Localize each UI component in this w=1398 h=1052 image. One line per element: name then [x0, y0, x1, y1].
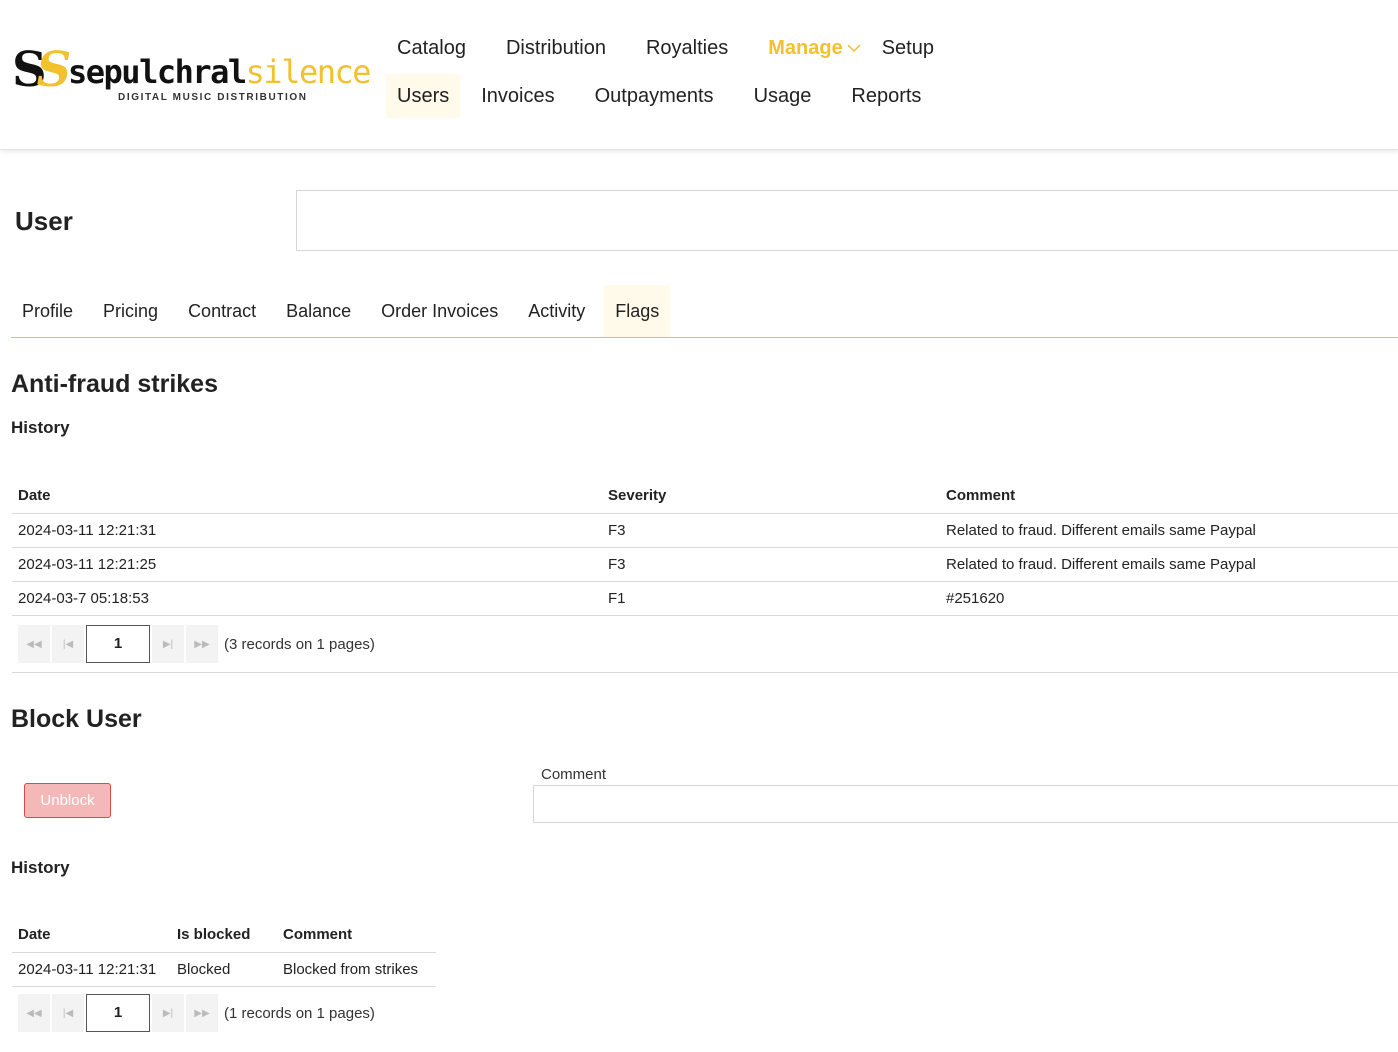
block-history-title: History — [11, 858, 70, 877]
nav-item-invoices[interactable]: Invoices — [470, 74, 565, 118]
page-number-input[interactable]: 1 — [86, 994, 150, 1032]
nav-item-outpayments[interactable]: Outpayments — [584, 74, 725, 118]
block-history-pager: ◀◀ |◀ 1 ▶| ▶▶ (1 records on 1 pages) — [18, 994, 375, 1032]
brand-logo[interactable]: SS sepulchralsilence DIGITAL MUSIC DISTR… — [12, 40, 372, 106]
comment-input[interactable] — [533, 785, 1398, 823]
tab-contract[interactable]: Contract — [177, 285, 267, 337]
cell-severity: F3 — [602, 512, 940, 547]
table-row[interactable]: 2024-03-11 12:21:25 F3 Related to fraud.… — [12, 546, 1398, 581]
table-header-row: Date Is blocked Comment — [12, 918, 436, 952]
nav-row-primary: Catalog Distribution Royalties Manage Se… — [386, 24, 963, 72]
top-header: SS sepulchralsilence DIGITAL MUSIC DISTR… — [0, 0, 1398, 150]
table-header-row: Date Severity Comment — [12, 479, 1398, 513]
table-row[interactable]: 2024-03-7 05:18:53 F1 #251620 — [12, 580, 1398, 616]
user-tabs: Profile Pricing Contract Balance Order I… — [11, 285, 1398, 338]
block-history-table: Date Is blocked Comment 2024-03-11 12:21… — [12, 918, 436, 987]
comment-label: Comment — [541, 766, 607, 783]
nav-item-usage[interactable]: Usage — [743, 74, 823, 118]
page-title: User — [15, 206, 73, 236]
first-page-icon[interactable]: ◀◀ — [18, 994, 50, 1032]
nav-item-catalog[interactable]: Catalog — [386, 26, 477, 70]
page-number-input[interactable]: 1 — [86, 625, 150, 663]
column-header-date[interactable]: Date — [12, 918, 171, 952]
tab-profile[interactable]: Profile — [11, 285, 84, 337]
chevron-down-icon[interactable] — [847, 41, 861, 55]
strikes-history-title: History — [11, 418, 70, 437]
strikes-table: Date Severity Comment 2024-03-11 12:21:3… — [12, 479, 1398, 616]
cell-date: 2024-03-11 12:21:25 — [12, 546, 602, 581]
cell-severity: F1 — [602, 580, 940, 616]
tab-activity[interactable]: Activity — [517, 285, 596, 337]
user-field[interactable] — [296, 190, 1398, 251]
table-row[interactable]: 2024-03-11 12:21:31 F3 Related to fraud.… — [12, 512, 1398, 547]
cell-comment: Blocked from strikes — [277, 951, 436, 987]
strikes-pager: ◀◀ |◀ 1 ▶| ▶▶ (3 records on 1 pages) — [18, 625, 375, 663]
nav-item-users[interactable]: Users — [386, 74, 461, 118]
cell-comment: #251620 — [940, 580, 1398, 616]
cell-is-blocked: Blocked — [171, 951, 277, 987]
last-page-icon[interactable]: ▶▶ — [186, 625, 218, 663]
prev-page-icon[interactable]: |◀ — [52, 625, 84, 663]
cell-comment: Related to fraud. Different emails same … — [940, 512, 1398, 547]
first-page-icon[interactable]: ◀◀ — [18, 625, 50, 663]
pager-info: (1 records on 1 pages) — [224, 1004, 375, 1022]
nav-item-royalties[interactable]: Royalties — [635, 26, 739, 70]
column-header-date[interactable]: Date — [12, 479, 602, 513]
nav-item-manage[interactable]: Manage — [757, 26, 846, 70]
unblock-button[interactable]: Unblock — [24, 783, 111, 818]
cell-date: 2024-03-11 12:21:31 — [12, 951, 171, 987]
cell-comment: Related to fraud. Different emails same … — [940, 546, 1398, 581]
column-header-severity[interactable]: Severity — [602, 479, 940, 513]
column-header-comment[interactable]: Comment — [940, 479, 1398, 513]
next-page-icon[interactable]: ▶| — [152, 625, 184, 663]
table-row[interactable]: 2024-03-11 12:21:31 Blocked Blocked from… — [12, 951, 436, 987]
divider — [12, 672, 1398, 673]
cell-date: 2024-03-7 05:18:53 — [12, 580, 602, 616]
tab-flags[interactable]: Flags — [604, 285, 671, 337]
nav-item-setup[interactable]: Setup — [871, 26, 945, 70]
column-header-comment[interactable]: Comment — [277, 918, 436, 952]
logo-wordmark: sepulchralsilence — [68, 53, 372, 91]
next-page-icon[interactable]: ▶| — [152, 994, 184, 1032]
logo-tagline: DIGITAL MUSIC DISTRIBUTION — [118, 92, 308, 103]
last-page-icon[interactable]: ▶▶ — [186, 994, 218, 1032]
logo-monogram: SS — [12, 42, 72, 98]
prev-page-icon[interactable]: |◀ — [52, 994, 84, 1032]
block-user-title: Block User — [11, 705, 142, 733]
tab-pricing[interactable]: Pricing — [92, 285, 169, 337]
cell-severity: F3 — [602, 546, 940, 581]
nav-item-distribution[interactable]: Distribution — [495, 26, 617, 70]
strikes-title: Anti-fraud strikes — [11, 370, 218, 398]
nav-item-reports[interactable]: Reports — [840, 74, 932, 118]
tab-balance[interactable]: Balance — [275, 285, 362, 337]
column-header-is-blocked[interactable]: Is blocked — [171, 918, 277, 952]
cell-date: 2024-03-11 12:21:31 — [12, 512, 602, 547]
pager-info: (3 records on 1 pages) — [224, 635, 375, 653]
nav-row-secondary: Users Invoices Outpayments Usage Reports — [386, 72, 963, 120]
main-nav: Catalog Distribution Royalties Manage Se… — [386, 24, 963, 120]
tab-order-invoices[interactable]: Order Invoices — [370, 285, 509, 337]
